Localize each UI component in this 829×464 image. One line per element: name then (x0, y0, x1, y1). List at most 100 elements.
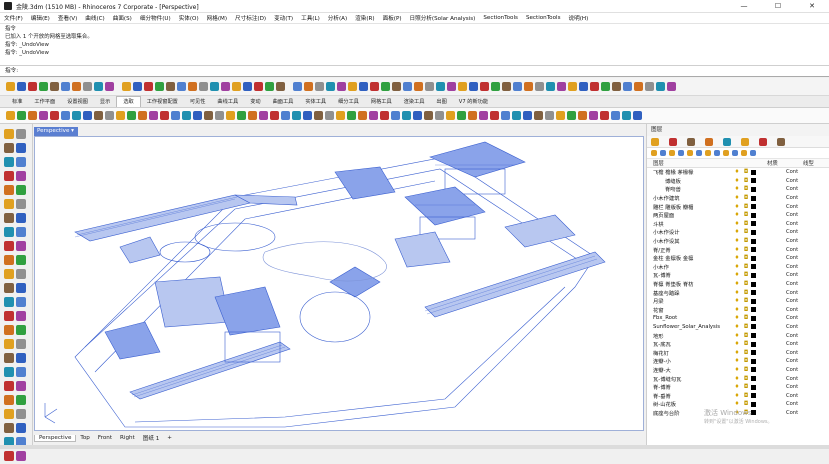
menu-item[interactable]: 曲面(S) (109, 14, 136, 22)
menu-item[interactable]: 实体(O) (175, 14, 203, 22)
draw-tool-icon[interactable] (16, 199, 26, 209)
toolbar-tool-icon[interactable] (634, 82, 643, 91)
toolbar-tool-icon[interactable] (359, 82, 368, 91)
lightbulb-icon[interactable]: ♦ (733, 221, 741, 227)
perspective-viewport[interactable] (34, 136, 644, 431)
menu-item[interactable]: 细分物件(U) (136, 14, 175, 22)
draw-tool-icon[interactable] (16, 157, 26, 167)
draw-tool-icon[interactable] (16, 227, 26, 237)
layer-tool-icon[interactable] (696, 150, 702, 156)
toolbar-tool-icon[interactable] (590, 82, 599, 91)
lock-icon[interactable]: ◘ (741, 384, 751, 390)
toolbar-tool-icon[interactable] (83, 82, 92, 91)
layer-row[interactable]: 博缝板 ♦ ◘ Cont (647, 177, 829, 186)
layer-color-swatch[interactable] (751, 376, 756, 382)
draw-tool-icon[interactable] (16, 381, 26, 391)
lock-icon[interactable]: ◘ (741, 315, 751, 321)
toolbar-tool-icon[interactable] (276, 82, 285, 91)
layer-row[interactable]: 脊-垂脊 ♦ ◘ Cont (647, 391, 829, 400)
draw-tool-icon[interactable] (4, 353, 14, 363)
lock-icon[interactable]: ◘ (741, 195, 751, 201)
toolbar-tool-icon[interactable] (392, 82, 401, 91)
lock-icon[interactable]: ◘ (741, 238, 751, 244)
lock-icon[interactable]: ◘ (741, 307, 751, 313)
select-tool-icon[interactable] (160, 111, 169, 120)
select-tool-icon[interactable] (578, 111, 587, 120)
draw-tool-icon[interactable] (4, 255, 14, 265)
select-tool-icon[interactable] (556, 111, 565, 120)
draw-tool-icon[interactable] (16, 353, 26, 363)
layer-linetype[interactable]: Cont (786, 307, 798, 313)
ribbon-tab[interactable]: 实体工具 (299, 98, 332, 105)
select-tool-icon[interactable] (72, 111, 81, 120)
draw-tool-icon[interactable] (16, 283, 26, 293)
toolbar-tool-icon[interactable] (6, 82, 15, 91)
select-tool-icon[interactable] (83, 111, 92, 120)
menu-item[interactable]: 变动(T) (270, 14, 297, 22)
toolbar-tool-icon[interactable] (348, 82, 357, 91)
layer-tool-icon[interactable] (687, 150, 693, 156)
draw-tool-icon[interactable] (4, 325, 14, 335)
layer-row[interactable]: Fbx_Root ♦ ◘ Cont (647, 314, 829, 323)
layer-linetype[interactable]: Cont (786, 186, 798, 192)
lock-icon[interactable]: ◘ (741, 341, 751, 347)
lightbulb-icon[interactable]: ♦ (733, 186, 741, 192)
draw-tool-icon[interactable] (4, 213, 14, 223)
select-tool-icon[interactable] (226, 111, 235, 120)
lock-icon[interactable]: ◘ (741, 247, 751, 253)
lightbulb-icon[interactable]: ♦ (733, 290, 741, 296)
toolbar-tool-icon[interactable] (557, 82, 566, 91)
layer-row[interactable]: 脊吻兽 ♦ ◘ Cont (647, 185, 829, 194)
layer-color-swatch[interactable] (751, 324, 756, 330)
select-tool-icon[interactable] (259, 111, 268, 120)
layer-row[interactable]: 小木作设计 ♦ ◘ Cont (647, 228, 829, 237)
toolbar-tool-icon[interactable] (414, 82, 423, 91)
layer-color-swatch[interactable] (751, 290, 756, 296)
layer-tool-icon[interactable] (678, 150, 684, 156)
layer-tool-icon[interactable] (723, 150, 729, 156)
lock-icon[interactable]: ◘ (741, 186, 751, 192)
layer-color-swatch[interactable] (751, 410, 756, 416)
draw-tool-icon[interactable] (16, 395, 26, 405)
toolbar-tool-icon[interactable] (524, 82, 533, 91)
layer-tool-icon[interactable] (660, 150, 666, 156)
select-tool-icon[interactable] (369, 111, 378, 120)
toolbar-tool-icon[interactable] (381, 82, 390, 91)
ribbon-tab[interactable]: 可见性 (184, 98, 212, 105)
select-tool-icon[interactable] (149, 111, 158, 120)
toolbar-tool-icon[interactable] (122, 82, 131, 91)
layer-linetype[interactable]: Cont (786, 358, 798, 364)
panel-tab-icon[interactable] (705, 137, 713, 146)
ribbon-tab[interactable]: 工作视窗配置 (141, 98, 184, 105)
layer-tool-icon[interactable] (669, 150, 675, 156)
layer-color-swatch[interactable] (751, 169, 756, 175)
select-tool-icon[interactable] (237, 111, 246, 120)
lightbulb-icon[interactable]: ♦ (733, 324, 741, 330)
lock-icon[interactable]: ◘ (741, 264, 751, 270)
draw-tool-icon[interactable] (16, 143, 26, 153)
layer-row[interactable]: 花窗 ♦ ◘ Cont (647, 306, 829, 315)
draw-tool-icon[interactable] (16, 171, 26, 181)
ribbon-tab[interactable]: 曲线工具 (211, 98, 244, 105)
layer-tool-icon[interactable] (750, 150, 756, 156)
toolbar-tool-icon[interactable] (491, 82, 500, 91)
lightbulb-icon[interactable]: ♦ (733, 178, 741, 184)
lightbulb-icon[interactable]: ♦ (733, 272, 741, 278)
draw-tool-icon[interactable] (16, 269, 26, 279)
layer-color-swatch[interactable] (751, 307, 756, 313)
select-tool-icon[interactable] (633, 111, 642, 120)
draw-tool-icon[interactable] (16, 325, 26, 335)
panel-tab-icon[interactable] (759, 137, 767, 146)
layer-color-swatch[interactable] (751, 384, 756, 390)
layer-linetype[interactable]: Cont (786, 333, 798, 339)
lightbulb-icon[interactable]: ♦ (733, 384, 741, 390)
select-tool-icon[interactable] (204, 111, 213, 120)
toolbar-tool-icon[interactable] (199, 82, 208, 91)
layer-color-swatch[interactable] (751, 204, 756, 210)
draw-tool-icon[interactable] (4, 381, 14, 391)
layer-tool-icon[interactable] (714, 150, 720, 156)
toolbar-tool-icon[interactable] (315, 82, 324, 91)
draw-tool-icon[interactable] (4, 423, 14, 433)
draw-tool-icon[interactable] (4, 395, 14, 405)
layer-linetype[interactable]: Cont (786, 204, 798, 210)
